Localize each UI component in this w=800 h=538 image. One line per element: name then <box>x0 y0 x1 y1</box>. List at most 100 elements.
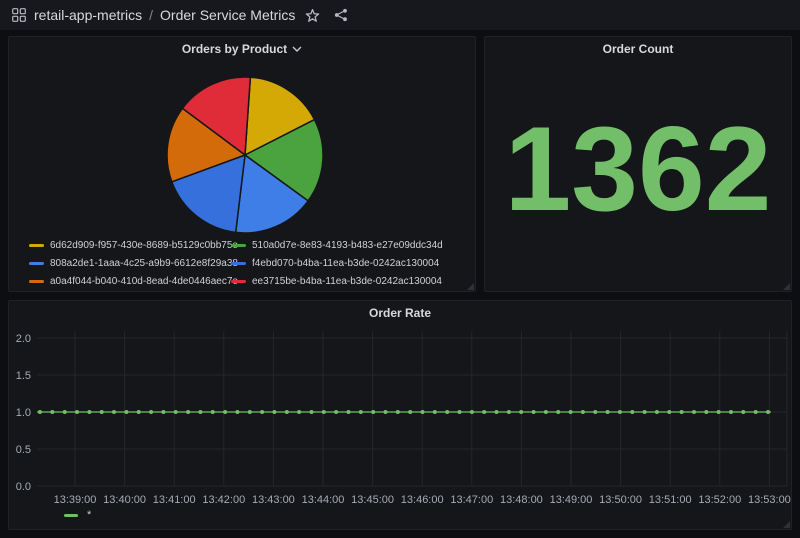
series-point <box>606 410 610 414</box>
share-icon[interactable] <box>334 8 348 22</box>
series-point <box>396 410 400 414</box>
timeseries-legend-label[interactable]: * <box>87 509 91 521</box>
legend-color-swatch <box>29 262 44 265</box>
series-point <box>384 410 388 414</box>
panel-resize-handle[interactable] <box>783 283 790 290</box>
series-point <box>680 410 684 414</box>
series-point <box>556 410 560 414</box>
apps-grid-icon[interactable] <box>12 8 26 22</box>
series-point <box>507 410 511 414</box>
panel-title-order-count[interactable]: Order Count <box>485 37 791 61</box>
series-point <box>630 410 634 414</box>
series-point <box>717 410 721 414</box>
series-point <box>544 410 548 414</box>
x-axis-tick-label: 13:46:00 <box>401 494 444 506</box>
series-point <box>569 410 573 414</box>
pie-legend-label[interactable]: ee3715be-b4ba-11ea-b3de-0242ac130004 <box>252 276 442 287</box>
breadcrumb-folder[interactable]: retail-app-metrics <box>34 7 142 23</box>
timeseries-legend: * <box>64 509 91 521</box>
breadcrumb-separator: / <box>149 7 153 23</box>
series-point <box>124 410 128 414</box>
y-axis-tick-label: 0.5 <box>16 444 31 456</box>
pie-legend-item[interactable]: 510a0d7e-8e83-4193-b483-e27e09ddc34d <box>231 236 443 254</box>
pie-legend-label[interactable]: 808a2de1-1aaa-4c25-a9b9-6612e8f29a38 <box>50 258 238 269</box>
series-point <box>334 410 338 414</box>
pie-legend-label[interactable]: 510a0d7e-8e83-4193-b483-e27e09ddc34d <box>252 240 443 251</box>
y-axis-tick-label: 0.0 <box>16 481 31 493</box>
series-point <box>235 410 239 414</box>
chevron-down-icon <box>292 46 302 52</box>
series-point <box>38 410 42 414</box>
x-axis-tick-label: 13:43:00 <box>252 494 295 506</box>
series-point <box>458 410 462 414</box>
panel-title-text: Orders by Product <box>182 42 287 56</box>
series-point <box>137 410 141 414</box>
panel-orders-by-product: Orders by Product 6d62d909-f957-430e-868… <box>8 36 476 292</box>
x-axis-tick-label: 13:52:00 <box>698 494 741 506</box>
series-point <box>433 410 437 414</box>
series-point <box>186 410 190 414</box>
x-axis-tick-label: 13:49:00 <box>550 494 593 506</box>
dashboard-grid: Orders by Product 6d62d909-f957-430e-868… <box>0 30 800 538</box>
x-axis-tick-label: 13:47:00 <box>450 494 493 506</box>
panel-title-text: Order Count <box>603 42 674 56</box>
pie-legend: 6d62d909-f957-430e-8689-b5129c0bb75e 510a… <box>29 236 443 290</box>
pie-legend-item[interactable]: 808a2de1-1aaa-4c25-a9b9-6612e8f29a38 <box>29 254 231 272</box>
top-navigation-bar: retail-app-metrics / Order Service Metri… <box>0 0 800 30</box>
series-point <box>322 410 326 414</box>
timeseries-chart: 0.00.51.01.52.013:39:0013:40:0013:41:001… <box>9 325 791 511</box>
pie-legend-item[interactable]: f4ebd070-b4ba-11ea-b3de-0242ac130004 <box>231 254 443 272</box>
pie-legend-label[interactable]: a0a4f044-b040-410d-8ead-4de0446aec7e <box>50 276 238 287</box>
panel-order-rate: Order Rate 0.00.51.01.52.013:39:0013:40:… <box>8 300 792 530</box>
series-point <box>260 410 264 414</box>
series-point <box>532 410 536 414</box>
stat-value: 1362 <box>485 109 791 229</box>
x-axis-tick-label: 13:44:00 <box>302 494 345 506</box>
series-point <box>643 410 647 414</box>
x-axis-tick-label: 13:41:00 <box>153 494 196 506</box>
series-point <box>198 410 202 414</box>
panel-resize-handle[interactable] <box>467 283 474 290</box>
series-point <box>655 410 659 414</box>
series-point <box>272 410 276 414</box>
series-point <box>359 410 363 414</box>
x-axis-tick-label: 13:51:00 <box>649 494 692 506</box>
pie-legend-item[interactable]: ee3715be-b4ba-11ea-b3de-0242ac130004 <box>231 272 443 290</box>
series-point <box>371 410 375 414</box>
legend-color-swatch <box>231 244 246 247</box>
x-axis-tick-label: 13:39:00 <box>54 494 97 506</box>
x-axis-tick-label: 13:45:00 <box>351 494 394 506</box>
panel-title-orders-by-product[interactable]: Orders by Product <box>9 37 475 61</box>
breadcrumb-dashboard-title[interactable]: Order Service Metrics <box>160 7 295 23</box>
x-axis-tick-label: 13:40:00 <box>103 494 146 506</box>
y-axis-tick-label: 1.5 <box>16 370 31 382</box>
series-point <box>87 410 91 414</box>
pie-legend-item[interactable]: a0a4f044-b040-410d-8ead-4de0446aec7e <box>29 272 231 290</box>
panel-title-order-rate[interactable]: Order Rate <box>9 301 791 325</box>
series-point <box>347 410 351 414</box>
panel-resize-handle[interactable] <box>783 521 790 528</box>
series-point <box>482 410 486 414</box>
pie-legend-label[interactable]: f4ebd070-b4ba-11ea-b3de-0242ac130004 <box>252 258 439 269</box>
pie-legend-label[interactable]: 6d62d909-f957-430e-8689-b5129c0bb75e <box>50 240 238 251</box>
series-point <box>741 410 745 414</box>
series-point <box>285 410 289 414</box>
series-point <box>470 410 474 414</box>
pie-legend-item[interactable]: 6d62d909-f957-430e-8689-b5129c0bb75e <box>29 236 231 254</box>
series-point <box>63 410 67 414</box>
star-icon[interactable] <box>305 8 320 23</box>
series-point <box>445 410 449 414</box>
series-point <box>174 410 178 414</box>
series-point <box>75 410 79 414</box>
series-point <box>519 410 523 414</box>
series-point <box>704 410 708 414</box>
series-point <box>618 410 622 414</box>
y-axis-tick-label: 2.0 <box>16 333 31 345</box>
series-point <box>50 410 54 414</box>
panel-order-count: Order Count 1362 <box>484 36 792 292</box>
timeseries-legend-swatch <box>64 514 78 517</box>
pie-chart <box>9 63 477 235</box>
legend-color-swatch <box>231 262 246 265</box>
series-point <box>100 410 104 414</box>
series-point <box>421 410 425 414</box>
